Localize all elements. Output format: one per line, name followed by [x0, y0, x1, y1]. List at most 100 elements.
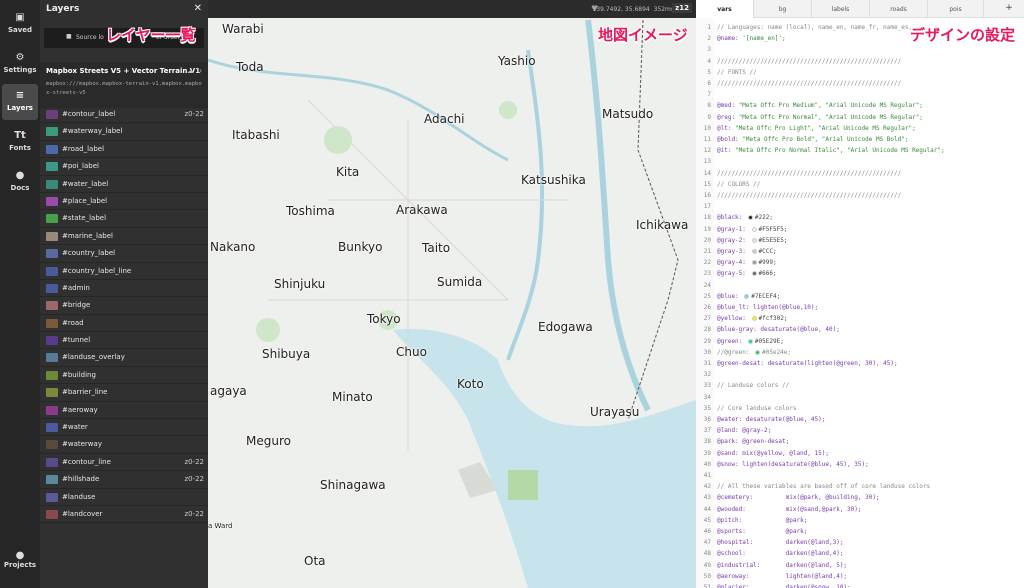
projects-button[interactable]: ● Projects [2, 550, 38, 584]
layer-color-swatch[interactable] [46, 144, 58, 154]
layer-row[interactable]: #contour_label z0-22 [40, 106, 208, 124]
code-line[interactable]: 43 @cemetery: mix(@park, @building, 30); [696, 492, 1024, 503]
settings-button[interactable]: ⚙ Settings [2, 46, 38, 82]
layer-row[interactable]: #country_label_line [40, 263, 208, 280]
color-swatch-icon[interactable] [747, 338, 753, 344]
code-line[interactable]: 14 //////////////////////////////////////… [696, 168, 1024, 179]
code-line[interactable]: 26 @blue_lt: lighten(@blue,10); [696, 302, 1024, 313]
layer-row[interactable]: #waterway [40, 436, 208, 454]
layer-color-swatch[interactable] [46, 423, 58, 433]
layer-row[interactable]: #barrier_line [40, 384, 208, 402]
layer-color-swatch[interactable] [46, 301, 58, 311]
code-line[interactable]: 49 @industrial: darken(@land, 5); [696, 560, 1024, 571]
code-line[interactable]: 20 @gray-2: #E5E5E5; [696, 235, 1024, 246]
tab-bg[interactable]: bg [754, 0, 812, 18]
layer-row[interactable]: #road_label [40, 141, 208, 159]
layer-row[interactable]: #water_label [40, 176, 208, 193]
color-swatch-icon[interactable] [751, 260, 757, 266]
code-line[interactable]: 44 @wooded: mix(@sand,@park, 30); [696, 504, 1024, 515]
code-line[interactable]: 33 // Landuse colors // [696, 380, 1024, 391]
color-swatch-icon[interactable] [744, 293, 750, 299]
map-zoom-level[interactable]: z12 [672, 3, 692, 13]
layer-color-swatch[interactable] [46, 509, 58, 519]
layer-color-swatch[interactable] [46, 110, 58, 119]
saved-button[interactable]: ▣ Saved [2, 6, 38, 42]
layer-row[interactable]: #place_label [40, 193, 208, 211]
layer-color-swatch[interactable] [46, 231, 58, 241]
layer-color-swatch[interactable] [46, 492, 58, 502]
code-line[interactable]: 51 @glacier: darken(@snow, 10); [696, 582, 1024, 588]
docs-button[interactable]: ● Docs [2, 164, 38, 200]
code-line[interactable]: 10 @lt: "Meta Offc Pro Light", "Arial Uni… [696, 123, 1024, 134]
color-swatch-icon[interactable] [751, 237, 757, 243]
code-line[interactable]: 36 @water: desaturate(@blue, 45); [696, 414, 1024, 425]
layer-row[interactable]: #waterway_label [40, 123, 208, 141]
code-line[interactable]: 50 @aeroway: lighten(@land,4); [696, 571, 1024, 582]
code-line[interactable]: 48 @school: darken(@land,4); [696, 548, 1024, 559]
layer-row[interactable]: #aeroway [40, 402, 208, 420]
layer-color-swatch[interactable] [46, 336, 58, 346]
layer-color-swatch[interactable] [46, 214, 58, 224]
layer-color-swatch[interactable] [46, 388, 58, 398]
code-line[interactable]: 31 @green-desat: desaturate(lighten(@gree… [696, 358, 1024, 369]
layer-row[interactable]: #bridge [40, 297, 208, 315]
code-line[interactable]: 6 ///////////////////////////////////////… [696, 78, 1024, 89]
layer-row[interactable]: #admin [40, 280, 208, 298]
layer-row[interactable]: #building [40, 367, 208, 385]
layer-row[interactable]: #tunnel [40, 332, 208, 350]
layer-color-swatch[interactable] [46, 405, 58, 415]
code-line[interactable]: 7 [696, 89, 1024, 100]
layer-color-swatch[interactable] [46, 475, 58, 485]
code-line[interactable]: 46 @sports: @park; [696, 526, 1024, 537]
code-line[interactable]: 15 // COLORS // [696, 179, 1024, 190]
code-line[interactable]: 42 // All these variables are based off o… [696, 481, 1024, 492]
color-swatch-icon[interactable] [755, 349, 761, 355]
source-info[interactable]: Mapbox Streets V5 + Vector Terrain V1 ☁ … [40, 62, 208, 108]
layer-color-swatch[interactable] [46, 179, 58, 189]
code-line[interactable]: 13 [696, 156, 1024, 167]
close-icon[interactable]: ✕ [194, 3, 202, 14]
code-line[interactable]: 19 @gray-1: #F5F5F5; [696, 224, 1024, 235]
tab-labels[interactable]: labels [812, 0, 870, 18]
code-line[interactable]: 37 @land: @gray-2; [696, 425, 1024, 436]
layer-color-swatch[interactable] [46, 196, 58, 206]
code-line[interactable]: 35 // Core landuse colors [696, 403, 1024, 414]
code-line[interactable]: 24 [696, 280, 1024, 291]
fonts-button[interactable]: Tt Fonts [2, 124, 38, 160]
style-editor[interactable]: pois roads labels bg vars + 1 // Languages: n… [696, 0, 1024, 588]
cloud-icon[interactable]: ☁ [187, 67, 194, 75]
code-line[interactable]: 3 [696, 44, 1024, 55]
layer-color-swatch[interactable] [46, 370, 58, 380]
color-swatch-icon[interactable] [751, 226, 757, 232]
color-swatch-icon[interactable] [751, 316, 757, 322]
code-line[interactable]: 16 //////////////////////////////////////… [696, 190, 1024, 201]
code-line[interactable]: 30 //@green: #05e24e; [696, 347, 1024, 358]
layer-row[interactable]: #water [40, 419, 208, 437]
layer-color-swatch[interactable] [46, 353, 58, 363]
code-line[interactable]: 41 [696, 470, 1024, 481]
tab-vars[interactable]: vars [696, 0, 754, 18]
code-line[interactable]: 38 @park: @green-desat; [696, 436, 1024, 447]
code-line[interactable]: 45 @pitch: @park; [696, 515, 1024, 526]
code-line[interactable]: 27 @yellow: #fcf302; [696, 313, 1024, 324]
code-line[interactable]: 11 @bold: "Meta Offc Pro Bold", "Arial Un… [696, 134, 1024, 145]
layer-color-swatch[interactable] [46, 457, 58, 467]
tab-pois[interactable]: pois [928, 0, 984, 18]
code-line[interactable]: 25 @blue: #7ECEF4; [696, 291, 1024, 302]
code-line[interactable]: 32 [696, 369, 1024, 380]
code-line[interactable]: 34 [696, 392, 1024, 403]
code-line[interactable]: 8 @med: "Meta Offc Pro Medium", "Arial Un… [696, 100, 1024, 111]
code-line[interactable]: 12 @it: "Meta Offc Pro Normal Italic", "A… [696, 145, 1024, 156]
code-line[interactable]: 17 [696, 201, 1024, 212]
code-line[interactable]: 9 @reg: "Meta Offc Pro Normal", "Arial Un… [696, 112, 1024, 123]
layer-row[interactable]: #country_label [40, 245, 208, 263]
code-line[interactable]: 22 @gray-4: #999; [696, 257, 1024, 268]
code-line[interactable]: 18 @black: #222; [696, 212, 1024, 223]
layer-color-swatch[interactable] [46, 127, 58, 137]
add-tab-button[interactable]: + [994, 0, 1024, 18]
layer-row[interactable]: #poi_label [40, 158, 208, 176]
tab-roads[interactable]: roads [870, 0, 928, 18]
code-line[interactable]: 5 // FONTS // [696, 67, 1024, 78]
color-swatch-icon[interactable] [751, 271, 757, 277]
refresh-icon[interactable]: ↻ [196, 67, 202, 75]
